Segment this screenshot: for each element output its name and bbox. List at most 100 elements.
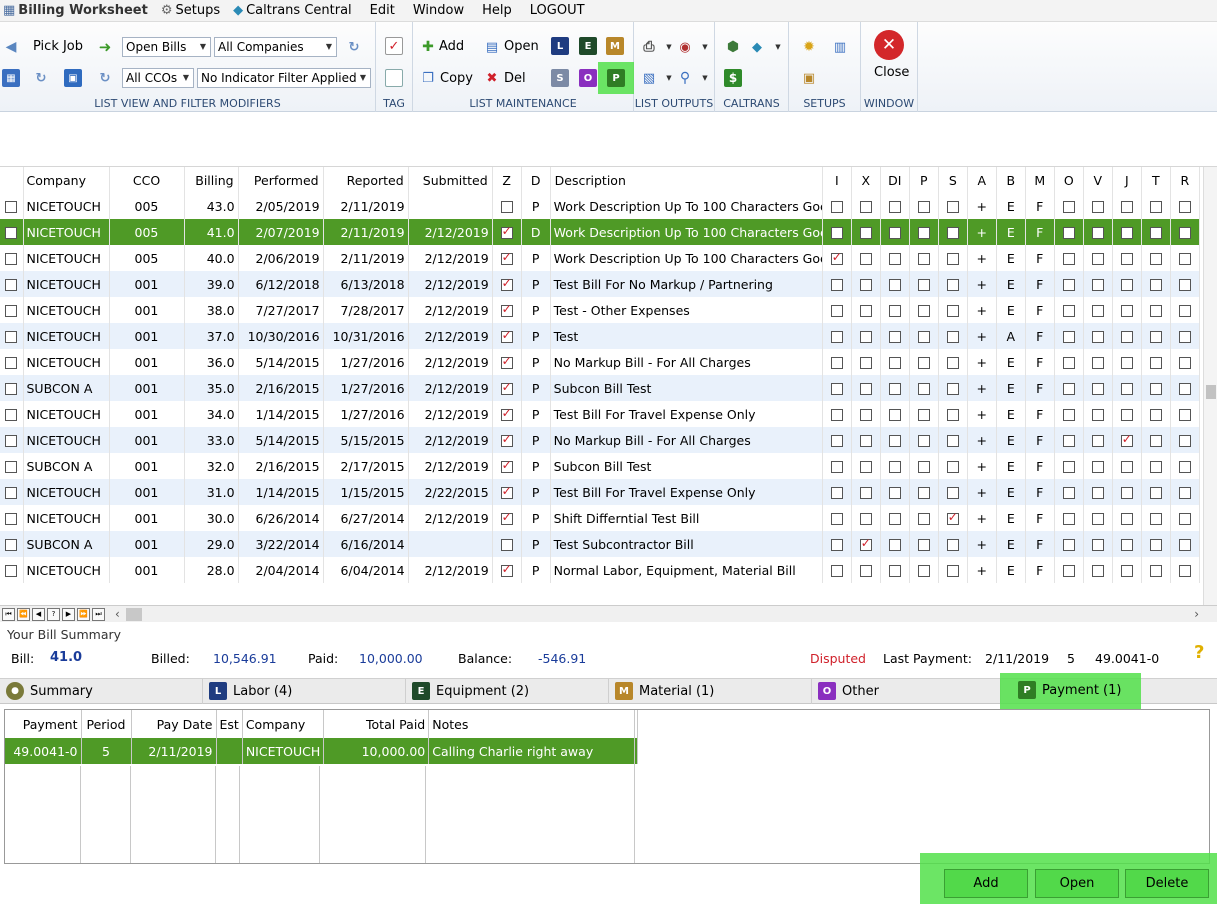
z-checkbox[interactable] (500, 201, 513, 213)
t-checkbox[interactable] (1149, 383, 1162, 395)
p-checkbox[interactable] (917, 201, 930, 213)
r-checkbox[interactable] (1178, 383, 1191, 395)
header-description[interactable]: Description (550, 167, 823, 193)
z-checkbox[interactable] (500, 380, 513, 395)
di-checkbox[interactable] (888, 461, 901, 473)
r-checkbox[interactable] (1178, 253, 1191, 265)
t-checkbox[interactable] (1149, 357, 1162, 369)
add-payment-button[interactable]: Add (944, 869, 1028, 898)
i-checkbox[interactable] (830, 487, 843, 499)
t-checkbox[interactable] (1149, 513, 1162, 525)
row-tag-checkbox[interactable] (5, 201, 18, 213)
table-row[interactable]: NICETOUCH 001 37.0 10/30/2016 10/31/2016 2/12… (0, 323, 1201, 349)
j-checkbox[interactable] (1120, 383, 1133, 395)
di-checkbox[interactable] (888, 487, 901, 499)
i-checkbox[interactable] (830, 409, 843, 421)
z-checkbox[interactable] (500, 328, 513, 343)
help-icon[interactable]: ? (1194, 642, 1204, 663)
r-checkbox[interactable] (1178, 201, 1191, 213)
x-checkbox[interactable] (859, 536, 872, 551)
x-checkbox[interactable] (859, 357, 872, 369)
add-icon[interactable]: ✚ (419, 38, 437, 56)
delete-payment-button[interactable]: Delete (1125, 869, 1209, 898)
row-tag-checkbox[interactable] (5, 513, 18, 525)
row-tag-checkbox[interactable] (5, 305, 18, 317)
header-x[interactable]: X (851, 167, 881, 193)
v-checkbox[interactable] (1091, 227, 1104, 239)
o-checkbox[interactable] (1062, 539, 1075, 551)
header-billing[interactable]: Billing (184, 167, 239, 193)
p-checkbox[interactable] (917, 513, 930, 525)
pay-header-total-paid[interactable]: Total Paid (323, 710, 430, 738)
table-row[interactable]: NICETOUCH 005 40.0 2/06/2019 2/11/2019 2/12/2… (0, 245, 1201, 271)
s-checkbox[interactable] (946, 409, 959, 421)
p-checkbox[interactable] (917, 565, 930, 577)
v-checkbox[interactable] (1091, 279, 1104, 291)
j-checkbox[interactable] (1120, 201, 1133, 213)
o-checkbox[interactable] (1062, 461, 1075, 473)
open-payment-button[interactable]: Open (1035, 869, 1119, 898)
menu-caltrans-central[interactable]: Caltrans Central (243, 0, 361, 22)
pay-header-payment[interactable]: Payment (5, 710, 82, 738)
r-checkbox[interactable] (1178, 435, 1191, 447)
r-checkbox[interactable] (1178, 227, 1191, 239)
o-checkbox[interactable] (1062, 227, 1075, 239)
i-checkbox[interactable] (830, 435, 843, 447)
next-record-icon[interactable]: ▶ (62, 607, 75, 621)
j-checkbox[interactable] (1120, 253, 1133, 265)
p-checkbox[interactable] (917, 383, 930, 395)
tag-unchecked-icon[interactable] (385, 69, 403, 87)
header-s[interactable]: S (938, 167, 968, 193)
header-j[interactable]: J (1112, 167, 1142, 193)
x-checkbox[interactable] (859, 565, 872, 577)
v-checkbox[interactable] (1091, 305, 1104, 317)
t-checkbox[interactable] (1149, 409, 1162, 421)
di-checkbox[interactable] (888, 383, 901, 395)
i-checkbox[interactable] (830, 227, 843, 239)
report-icon[interactable]: ◉ (676, 38, 694, 56)
open-document-icon[interactable]: ▤ (483, 38, 501, 56)
di-checkbox[interactable] (888, 539, 901, 551)
payment-row[interactable]: 49.0041-0 5 2/11/2019 NICETOUCH 10,000.00 Cal… (5, 738, 639, 764)
map-view-icon[interactable]: ▣ (64, 69, 82, 87)
prev-record-icon[interactable]: ◀ (32, 607, 45, 621)
s-checkbox[interactable] (946, 510, 959, 525)
t-checkbox[interactable] (1149, 565, 1162, 577)
books-icon[interactable]: ▥ (831, 38, 849, 56)
row-tag-checkbox[interactable] (5, 565, 18, 577)
row-tag-checkbox[interactable] (5, 279, 18, 291)
menu-edit[interactable]: Edit (361, 0, 404, 22)
row-tag-checkbox[interactable] (5, 539, 18, 551)
table-row[interactable]: NICETOUCH 001 30.0 6/26/2014 6/27/2014 2/12/2… (0, 505, 1201, 531)
tab-labor[interactable]: L Labor (4) (203, 679, 406, 704)
j-checkbox[interactable] (1120, 331, 1133, 343)
i-checkbox[interactable] (830, 201, 843, 213)
di-checkbox[interactable] (888, 253, 901, 265)
s-checkbox[interactable] (946, 253, 959, 265)
t-checkbox[interactable] (1149, 331, 1162, 343)
table-row[interactable]: NICETOUCH 001 31.0 1/14/2015 1/15/2015 2/22/2… (0, 479, 1201, 505)
header-cco[interactable]: CCO (109, 167, 185, 193)
menu-help[interactable]: Help (473, 0, 521, 22)
p-checkbox[interactable] (917, 227, 930, 239)
p-checkbox[interactable] (917, 409, 930, 421)
menu-logout[interactable]: LOGOUT (521, 0, 594, 22)
table-row[interactable]: NICETOUCH 001 33.0 5/14/2015 5/15/2015 2/12/2… (0, 427, 1201, 453)
z-checkbox[interactable] (500, 458, 513, 473)
material-icon[interactable]: M (606, 37, 624, 55)
o-checkbox[interactable] (1062, 201, 1075, 213)
subcontractor-icon[interactable]: S (551, 69, 569, 87)
s-checkbox[interactable] (946, 227, 959, 239)
horizontal-scroll-thumb[interactable] (125, 607, 142, 621)
prev-page-icon[interactable]: ⏪ (17, 607, 30, 621)
table-row[interactable]: NICETOUCH 001 34.0 1/14/2015 1/27/2016 2/12/2… (0, 401, 1201, 427)
equipment-icon[interactable]: E (579, 37, 597, 55)
header-o[interactable]: O (1054, 167, 1084, 193)
dollar-icon[interactable]: $ (724, 69, 742, 87)
last-record-icon[interactable]: ⏭ (92, 607, 105, 621)
refresh-icon[interactable]: ↻ (345, 38, 363, 56)
tab-material[interactable]: M Material (1) (609, 679, 812, 704)
chevron-down-icon[interactable]: ▼ (696, 38, 714, 56)
caltrans-map-icon[interactable]: ◆ (748, 38, 766, 56)
v-checkbox[interactable] (1091, 539, 1104, 551)
